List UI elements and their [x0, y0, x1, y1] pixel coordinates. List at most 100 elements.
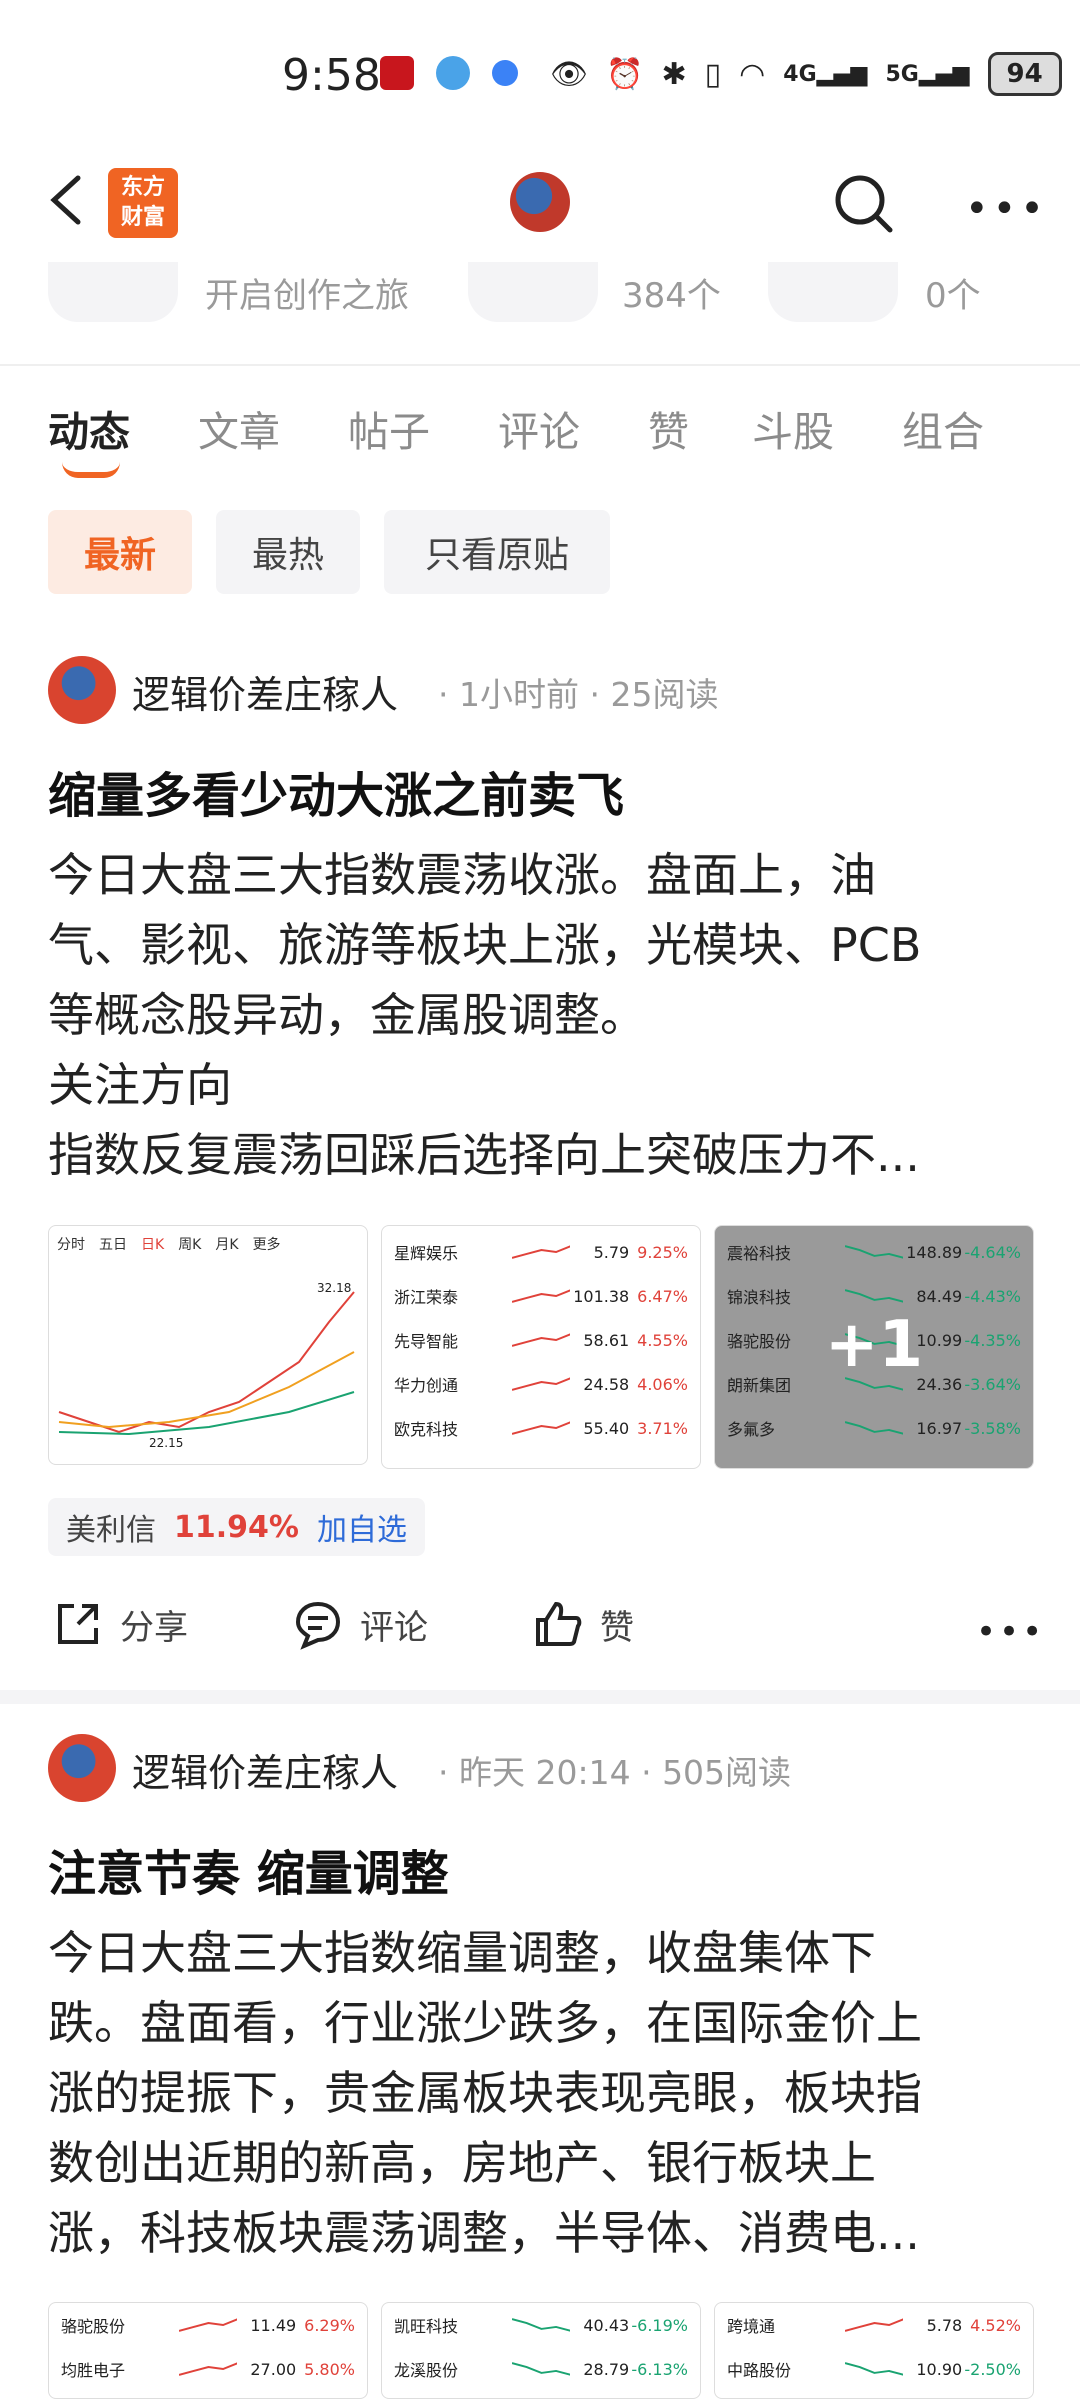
create-icon-chip[interactable] [48, 262, 178, 322]
system-icons: 👁 ⏰ ✱ ▯ ◠ 4G▂▄▆ 5G▂▄▆ 94 [550, 52, 1062, 96]
kline-chart-thumbnail[interactable]: 分时 五日 日K 周K 月K 更多 32.18 22.15 [48, 1225, 368, 1465]
author-avatar[interactable] [48, 656, 116, 724]
post-time: 昨天 20:14 [458, 1753, 631, 1792]
share-label: 分享 [120, 1607, 188, 1648]
stock-list-thumbnail-down[interactable]: +1 震裕科技 148.89 -4.64% 锦浪科技 84.49 -4.43% 骆驼股份 10… [714, 1225, 1034, 1469]
post-reads: 25阅读 [610, 675, 719, 714]
stock-row: 骆驼股份 11.49 6.29% [49, 2303, 367, 2347]
more-options-icon[interactable]: ••• [965, 186, 1048, 232]
stock-price: 28.79 [583, 2359, 630, 2379]
tab-active-indicator [62, 462, 120, 478]
stock-row: 星辉娱乐 5.79 9.25% [382, 1230, 700, 1274]
comment-label: 评论 [360, 1607, 428, 1648]
stock-row: 均胜电子 27.00 5.80% [49, 2347, 367, 2391]
post-title[interactable]: 缩量多看少动大涨之前卖飞 [48, 756, 624, 826]
profile-avatar[interactable] [510, 172, 570, 232]
post-body-line: 涨，科技板块震荡调整，半导体、消费电... [48, 2206, 920, 2260]
stock-list-thumbnail[interactable]: 跨境通 5.78 4.52% 中路股份 10.90 -2.50% [714, 2302, 1034, 2399]
stock-row: 龙溪股份 28.79 -6.13% [382, 2347, 700, 2391]
stock-price: 58.61 [583, 1330, 630, 1350]
net-label-2: 5G [885, 61, 919, 87]
vibrate-icon: ▯ [704, 56, 722, 92]
eye-icon: 👁 [550, 56, 589, 92]
chart-tab: 周K [178, 1237, 202, 1253]
filter-hot[interactable]: 最热 [216, 510, 360, 594]
stock-row: 浙江荣泰 101.38 6.47% [382, 1274, 700, 1318]
stock-change: 4.52% [970, 2315, 1021, 2335]
stock-change: 3.71% [637, 1418, 688, 1438]
post-time: 1小时前 [458, 675, 579, 714]
stock-change: -6.19% [631, 2315, 688, 2335]
add-watchlist-button[interactable]: 加自选 [317, 1505, 407, 1549]
sparkline [511, 1421, 571, 1435]
post-body[interactable]: 今日大盘三大指数震荡收涨。盘面上，油 气、影视、旅游等板块上涨，光模块、PCB … [48, 840, 1038, 1190]
share-button[interactable]: 分享 [52, 1598, 188, 1650]
sparkline [178, 2318, 238, 2332]
chart-tabs: 分时 五日 日K 周K 月K 更多 [49, 1226, 367, 1262]
stock-list-thumbnail-up[interactable]: 星辉娱乐 5.79 9.25% 浙江荣泰 101.38 6.47% 先导智能 58.61 4.5… [381, 1225, 701, 1469]
back-arrow-icon[interactable] [40, 170, 100, 230]
fans-icon-chip[interactable] [468, 262, 598, 322]
stock-name: 龙溪股份 [394, 2361, 459, 2380]
stock-change: 9.25% [637, 1242, 688, 1262]
stat-count-1[interactable]: 384个 [622, 268, 721, 317]
sparkline [511, 2362, 571, 2376]
comment-icon [295, 1601, 341, 1650]
stock-price: 101.38 [573, 1286, 630, 1306]
follow-icon-chip[interactable] [768, 262, 898, 322]
post-meta: · 昨天 20:14 · 505阅读 [438, 1753, 792, 1792]
status-bar: 9:58 👁 ⏰ ✱ ▯ ◠ 4G▂▄▆ 5G▂▄▆ 94 [0, 0, 1080, 150]
stock-price: 10.90 [916, 2359, 963, 2379]
search-icon[interactable] [832, 172, 896, 236]
stat-count-2[interactable]: 0个 [925, 268, 981, 317]
author-avatar[interactable] [48, 1734, 116, 1802]
stock-row: 华力创通 24.58 4.06% [382, 1362, 700, 1406]
tab-posts[interactable]: 帖子 [348, 398, 430, 458]
stock-name: 先导智能 [394, 1332, 459, 1351]
tab-articles[interactable]: 文章 [198, 398, 280, 458]
wifi-icon: ◠ [739, 56, 766, 92]
like-button[interactable]: 赞 [532, 1598, 634, 1650]
chart-tab: 五日 [99, 1237, 127, 1253]
signal-5g-icon: 5G▂▄▆ [885, 61, 970, 87]
post-body-line: 今日大盘三大指数缩量调整，收盘集体下 [48, 1926, 876, 1980]
filter-original-only[interactable]: 只看原贴 [384, 510, 610, 594]
chart-tab: 分时 [57, 1237, 85, 1253]
stock-change: -6.13% [631, 2359, 688, 2379]
post-body-line: 关注方向 [48, 1058, 232, 1112]
tab-comments[interactable]: 评论 [498, 398, 580, 458]
stock-name: 欧克科技 [394, 1420, 459, 1439]
stock-price: 5.79 [593, 1242, 630, 1262]
stock-list-thumbnail[interactable]: 骆驼股份 11.49 6.29% 均胜电子 27.00 5.80% [48, 2302, 368, 2399]
sparkline [511, 1333, 571, 1347]
post-separator [0, 1690, 1080, 1704]
author-name[interactable]: 逻辑价差庄稼人 [132, 664, 398, 719]
stat-create[interactable]: 开启创作之旅 [205, 268, 409, 317]
post-body[interactable]: 今日大盘三大指数缩量调整，收盘集体下 跌。盘面看，行业涨少跌多，在国际金价上 涨… [48, 1918, 1038, 2268]
tab-likes[interactable]: 赞 [648, 398, 689, 458]
post-title[interactable]: 注意节奏 缩量调整 [48, 1834, 449, 1904]
stock-price: 24.58 [583, 1374, 630, 1394]
chart-high-label: 32.18 [317, 1281, 351, 1295]
logo-text-1: 东方 [120, 175, 165, 200]
stock-row: 中路股份 10.90 -2.50% [715, 2347, 1033, 2391]
tab-dynamic[interactable]: 动态 [48, 398, 130, 458]
stock-change: 4.55% [637, 1330, 688, 1350]
stock-price: 5.78 [926, 2315, 963, 2335]
tab-portfolio[interactable]: 组合 [902, 398, 984, 458]
filter-latest[interactable]: 最新 [48, 510, 192, 594]
stock-name: 均胜电子 [61, 2361, 126, 2380]
stock-tag[interactable]: 美利信 11.94% 加自选 [48, 1498, 425, 1556]
post-meta: · 1小时前 · 25阅读 [438, 675, 719, 714]
stock-row: 跨境通 5.78 4.52% [715, 2303, 1033, 2347]
stock-price: 11.49 [250, 2315, 297, 2335]
post-more-icon[interactable]: ••• [976, 1612, 1045, 1652]
author-name[interactable]: 逻辑价差庄稼人 [132, 1742, 398, 1797]
stock-row: 凯旺科技 40.43 -6.19% [382, 2303, 700, 2347]
comment-button[interactable]: 评论 [292, 1598, 428, 1650]
app-notification-icon [380, 56, 414, 90]
tab-stock-battle[interactable]: 斗股 [752, 398, 834, 458]
stock-name: 骆驼股份 [61, 2317, 126, 2336]
stock-list-thumbnail[interactable]: 凯旺科技 40.43 -6.19% 龙溪股份 28.79 -6.13% [381, 2302, 701, 2399]
post-body-line: 跌。盘面看，行业涨少跌多，在国际金价上 [48, 1996, 922, 2050]
